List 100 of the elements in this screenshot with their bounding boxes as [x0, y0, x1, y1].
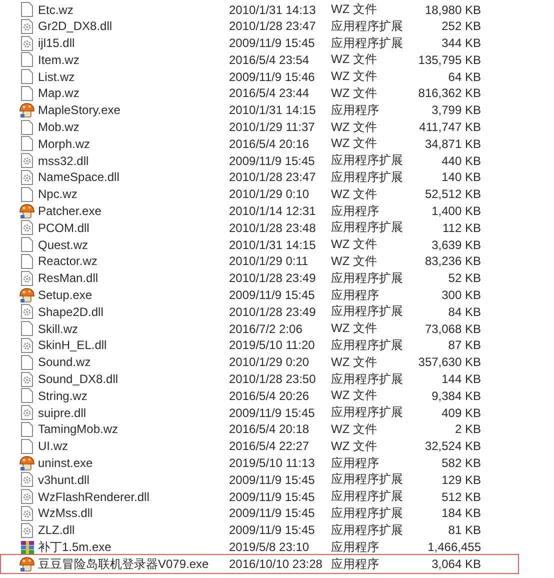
file-name[interactable]: Skill.wz [35, 322, 229, 336]
file-size: 64 KB [447, 70, 481, 84]
file-size: 357,630 KB [417, 355, 481, 370]
gear-document-icon [21, 36, 33, 51]
file-name[interactable]: uninst.exe [35, 456, 229, 470]
modified-date: 2016/5/4 22:27 [229, 439, 310, 454]
file-name[interactable]: Map.wz [35, 86, 229, 100]
file-type: 应用程序 [331, 286, 380, 304]
modified-date: 2016/5/4 20:18 [229, 422, 310, 436]
file-name[interactable]: Gr2D_DX8.dll [35, 19, 229, 34]
gear-document-icon [21, 338, 33, 353]
file-name[interactable]: mss32.dll [35, 154, 229, 168]
file-type: 应用程序扩展 [331, 370, 404, 388]
gear-document-icon [21, 472, 33, 488]
file-type: 应用程序扩展 [331, 504, 404, 522]
file-name[interactable]: UI.wz [35, 439, 229, 454]
modified-date: 2009/11/9 15:45 [229, 506, 316, 520]
document-icon [21, 438, 33, 454]
file-type: 应用程序扩展 [331, 34, 404, 52]
modified-date: 2016/10/10 23:28 [229, 557, 324, 572]
modified-date: 2009/11/9 15:45 [229, 406, 316, 420]
gear-document-icon [21, 304, 33, 320]
modified-date: 2010/1/31 14:15 [229, 103, 317, 118]
file-name[interactable]: TamingMob.wz [35, 422, 229, 436]
file-type: 应用程序扩展 [331, 270, 404, 287]
modified-date: 2009/11/9 15:45 [229, 154, 316, 168]
document-icon [21, 321, 33, 336]
file-name[interactable]: WzFlashRenderer.dll [35, 490, 229, 504]
file-name[interactable]: PCOM.dll [35, 220, 229, 235]
file-name[interactable]: v3hunt.dll [35, 472, 229, 487]
mushroom-icon [19, 456, 35, 471]
file-name[interactable]: Setup.exe [35, 288, 229, 302]
file-name[interactable]: MapleStory.exe [35, 103, 229, 118]
modified-date: 2010/1/28 23:48 [229, 220, 317, 235]
file-name[interactable]: Morph.wz [35, 136, 229, 151]
file-type: WZ 文件 [331, 118, 378, 136]
file-size: 87 KB [447, 338, 481, 352]
modified-date: 2016/5/4 20:16 [229, 136, 310, 151]
file-name[interactable]: Npc.wz [35, 187, 229, 202]
file-name[interactable]: Item.wz [35, 52, 229, 67]
file-type: 应用程序扩展 [331, 522, 404, 539]
file-name[interactable]: Reactor.wz [35, 254, 229, 268]
file-name[interactable]: Sound.wz [35, 355, 229, 370]
modified-date: 2010/1/29 11:37 [229, 120, 316, 134]
gear-document-icon [21, 489, 33, 504]
file-type: 应用程序扩展 [331, 471, 404, 488]
file-name[interactable]: 豆豆冒险岛联机登录器V079.exe [35, 556, 229, 573]
modified-date: 2010/1/28 23:47 [229, 170, 317, 184]
file-type: 应用程序扩展 [331, 404, 404, 422]
file-name[interactable]: Shape2D.dll [35, 304, 229, 319]
file-type: 应用程序扩展 [331, 219, 404, 236]
file-name[interactable]: WzMss.dll [35, 506, 229, 520]
file-size: 2 KB [454, 422, 481, 436]
file-type: 应用程序 [331, 102, 380, 119]
gear-document-icon [21, 270, 33, 286]
file-name[interactable]: Etc.wz [35, 2, 229, 16]
file-type: WZ 文件 [331, 420, 378, 438]
document-icon [21, 86, 33, 101]
file-name[interactable]: 补丁1.5m.exe [35, 538, 229, 556]
modified-date: 2009/11/9 15:45 [229, 36, 316, 50]
file-name[interactable]: ZLZ.dll [35, 523, 229, 538]
mushroom-icon [19, 102, 35, 118]
file-name[interactable]: ijl15.dll [35, 36, 229, 50]
mushroom-icon [19, 556, 35, 572]
file-size: 1,466,455 [426, 540, 481, 554]
file-name[interactable]: List.wz [35, 70, 229, 84]
file-type: WZ 文件 [331, 320, 378, 338]
file-name[interactable]: Quest.wz [35, 238, 229, 252]
file-type: 应用程序扩展 [331, 303, 404, 320]
file-size: 84 KB [447, 304, 481, 319]
file-type: WZ 文件 [331, 1, 378, 18]
file-size: 18,980 KB [424, 2, 481, 16]
file-size: 34,871 KB [424, 136, 481, 151]
modified-date: 2010/1/28 23:50 [229, 372, 317, 386]
file-name[interactable]: Sound_DX8.dll [35, 372, 229, 386]
file-name[interactable]: NameSpace.dll [35, 170, 229, 184]
modified-date: 2016/5/4 23:54 [229, 52, 310, 67]
modified-date: 2010/1/28 23:49 [229, 271, 317, 286]
file-name[interactable]: SkinH_EL.dll [35, 338, 229, 352]
file-name[interactable]: suipre.dll [35, 406, 229, 420]
file-name[interactable]: Mob.wz [35, 120, 229, 134]
file-size: 81 KB [447, 523, 481, 538]
file-type: WZ 文件 [331, 252, 378, 270]
gear-document-icon [21, 506, 33, 521]
file-type: WZ 文件 [331, 186, 378, 203]
file-type: WZ 文件 [331, 236, 378, 254]
file-size: 3,799 KB [430, 103, 481, 118]
document-icon [21, 186, 33, 202]
file-name[interactable]: Patcher.exe [35, 204, 229, 218]
file-name[interactable]: ResMan.dll [35, 271, 229, 286]
modified-date: 2019/5/10 11:13 [229, 456, 316, 470]
file-name[interactable]: String.wz [35, 388, 229, 403]
modified-date: 2016/7/2 2:06 [229, 322, 304, 336]
file-type: WZ 文件 [331, 387, 378, 404]
modified-date: 2010/1/29 0:11 [229, 254, 310, 268]
document-icon [21, 254, 33, 269]
document-icon [21, 120, 33, 135]
file-size: 1,400 KB [430, 204, 481, 218]
gear-document-icon [21, 405, 33, 420]
file-size: 140 KB [440, 170, 481, 184]
